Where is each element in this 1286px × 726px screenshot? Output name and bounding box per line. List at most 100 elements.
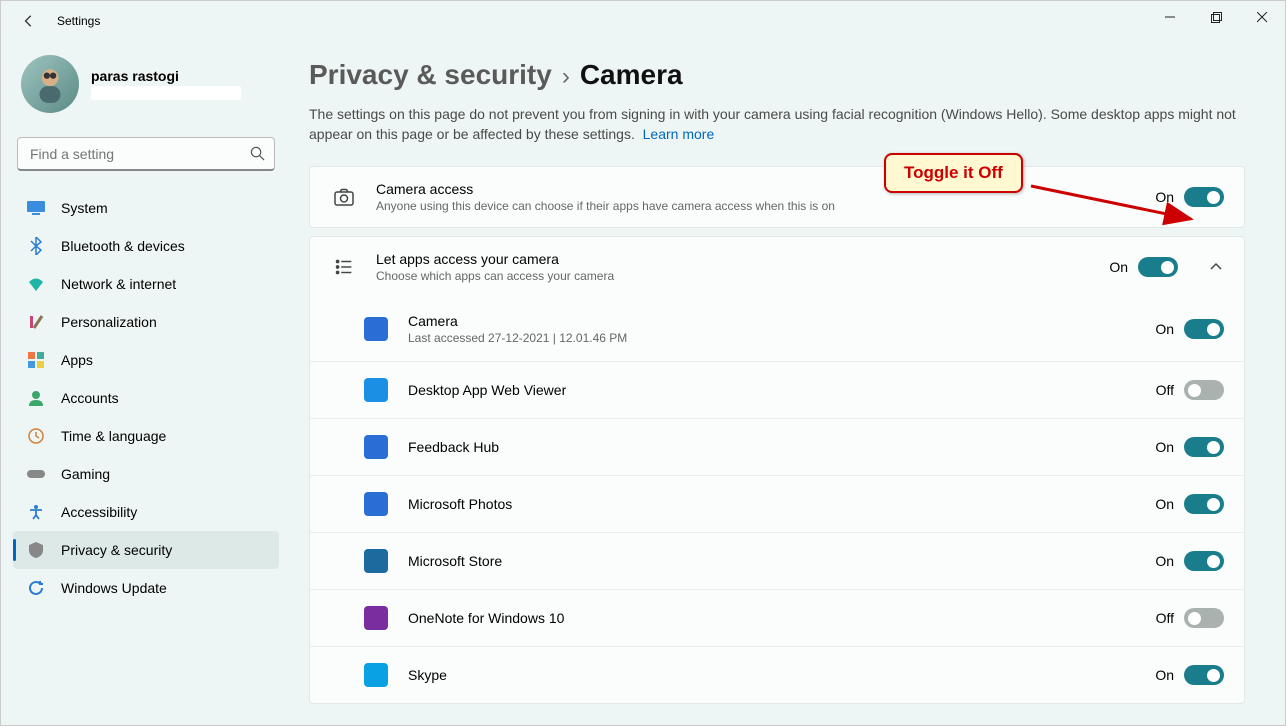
personalization-icon — [27, 313, 45, 331]
maximize-button[interactable] — [1193, 1, 1239, 33]
gaming-icon — [27, 465, 45, 483]
sidebar-item-personalization[interactable]: Personalization — [13, 303, 279, 341]
app-icon — [364, 606, 388, 630]
app-name: Microsoft Photos — [408, 496, 1135, 512]
sidebar-item-label: Bluetooth & devices — [61, 238, 185, 254]
sidebar-item-time[interactable]: Time & language — [13, 417, 279, 455]
camera-icon — [330, 183, 358, 211]
app-name: Skype — [408, 667, 1135, 683]
annotation-callout: Toggle it Off — [884, 153, 1023, 193]
app-name: OneNote for Windows 10 — [408, 610, 1136, 626]
close-button[interactable] — [1239, 1, 1285, 33]
avatar — [21, 55, 79, 113]
app-icon — [364, 435, 388, 459]
sidebar-item-accounts[interactable]: Accounts — [13, 379, 279, 417]
app-icon — [364, 549, 388, 573]
app-toggle-state: On — [1155, 553, 1174, 569]
app-name: Camera — [408, 313, 1135, 329]
learn-more-link[interactable]: Learn more — [643, 126, 715, 142]
camera-access-toggle[interactable] — [1184, 187, 1224, 207]
chevron-right-icon: › — [562, 63, 570, 91]
main-content: Privacy & security › Camera The settings… — [291, 41, 1285, 725]
maximize-icon — [1211, 12, 1222, 23]
apps-icon — [27, 351, 45, 369]
nav-list: System Bluetooth & devices Network & inter… — [13, 189, 279, 607]
app-toggle[interactable] — [1184, 380, 1224, 400]
app-subtitle: Last accessed 27-12-2021 | 12.01.46 PM — [408, 331, 1135, 345]
minimize-button[interactable] — [1147, 1, 1193, 33]
privacy-icon — [27, 541, 45, 559]
app-icon — [364, 663, 388, 687]
apps-access-toggle[interactable] — [1138, 257, 1178, 277]
sidebar-item-update[interactable]: Windows Update — [13, 569, 279, 607]
breadcrumb-parent[interactable]: Privacy & security — [309, 59, 552, 91]
app-icon — [364, 378, 388, 402]
app-toggle-state: Off — [1156, 382, 1174, 398]
app-row: OneNote for Windows 10 Off — [310, 589, 1244, 646]
camera-access-title: Camera access — [376, 181, 1137, 197]
app-list: Camera Last accessed 27-12-2021 | 12.01.4… — [310, 297, 1244, 703]
app-toggle[interactable] — [1184, 494, 1224, 514]
camera-access-state: On — [1155, 189, 1174, 205]
chevron-up-icon[interactable] — [1208, 259, 1224, 275]
app-icon — [364, 492, 388, 516]
sidebar-item-apps[interactable]: Apps — [13, 341, 279, 379]
window-controls — [1147, 1, 1285, 33]
sidebar-item-label: Personalization — [61, 314, 157, 330]
app-toggle[interactable] — [1184, 319, 1224, 339]
list-icon — [330, 253, 358, 281]
app-toggle-state: On — [1155, 321, 1174, 337]
sidebar-item-label: Time & language — [61, 428, 166, 444]
sidebar-item-label: Accessibility — [61, 504, 137, 520]
app-toggle[interactable] — [1184, 551, 1224, 571]
camera-access-row[interactable]: Camera access Anyone using this device c… — [310, 167, 1244, 227]
app-row: Microsoft Photos On — [310, 475, 1244, 532]
camera-access-subtitle: Anyone using this device can choose if t… — [376, 199, 1137, 213]
app-toggle-state: On — [1155, 439, 1174, 455]
apps-access-card: Let apps access your camera Choose which… — [309, 236, 1245, 704]
profile-section[interactable]: paras rastogi — [13, 41, 279, 133]
sidebar-item-label: Accounts — [61, 390, 119, 406]
sidebar-item-bluetooth[interactable]: Bluetooth & devices — [13, 227, 279, 265]
app-name: Feedback Hub — [408, 439, 1135, 455]
accessibility-icon — [27, 503, 45, 521]
profile-name: paras rastogi — [91, 68, 241, 84]
sidebar-item-privacy[interactable]: Privacy & security — [13, 531, 279, 569]
close-icon — [1257, 12, 1268, 23]
network-icon — [27, 275, 45, 293]
sidebar-item-label: Apps — [61, 352, 93, 368]
sidebar-item-accessibility[interactable]: Accessibility — [13, 493, 279, 531]
app-icon — [364, 317, 388, 341]
time-icon — [27, 427, 45, 445]
app-toggle-state: Off — [1156, 610, 1174, 626]
sidebar-item-system[interactable]: System — [13, 189, 279, 227]
system-icon — [27, 199, 45, 217]
app-toggle[interactable] — [1184, 608, 1224, 628]
apps-access-subtitle: Choose which apps can access your camera — [376, 269, 1091, 283]
page-description: The settings on this page do not prevent… — [309, 105, 1245, 144]
breadcrumb: Privacy & security › Camera — [309, 59, 1245, 91]
back-button[interactable] — [9, 1, 49, 41]
apps-access-header[interactable]: Let apps access your camera Choose which… — [310, 237, 1244, 297]
app-title: Settings — [57, 14, 100, 28]
app-name: Desktop App Web Viewer — [408, 382, 1136, 398]
app-toggle[interactable] — [1184, 437, 1224, 457]
app-toggle-state: On — [1155, 496, 1174, 512]
app-row: SkypeOn — [310, 646, 1244, 703]
titlebar: Settings — [1, 1, 1285, 41]
app-row: Microsoft StoreOn — [310, 532, 1244, 589]
sidebar-item-network[interactable]: Network & internet — [13, 265, 279, 303]
sidebar-item-label: System — [61, 200, 108, 216]
sidebar-item-label: Gaming — [61, 466, 110, 482]
app-toggle[interactable] — [1184, 665, 1224, 685]
breadcrumb-current: Camera — [580, 59, 683, 91]
search-input[interactable] — [17, 137, 275, 171]
sidebar-item-gaming[interactable]: Gaming — [13, 455, 279, 493]
sidebar-item-label: Privacy & security — [61, 542, 172, 558]
minimize-icon — [1165, 12, 1175, 22]
profile-email — [91, 86, 241, 100]
apps-access-state: On — [1109, 259, 1128, 275]
app-row: Desktop App Web Viewer Off — [310, 361, 1244, 418]
update-icon — [27, 579, 45, 597]
camera-access-card: Camera access Anyone using this device c… — [309, 166, 1245, 228]
